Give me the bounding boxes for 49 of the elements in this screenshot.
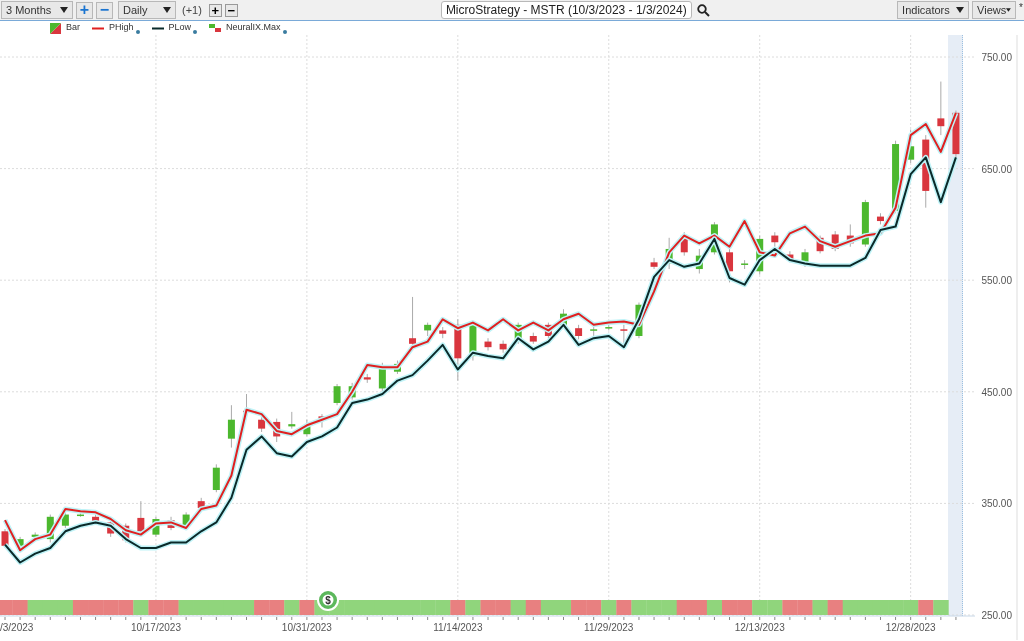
caret-icon xyxy=(60,7,68,13)
caret-icon xyxy=(163,7,171,13)
candlestick xyxy=(409,296,417,348)
date-axis-label: 10/31/2023 xyxy=(281,622,332,633)
price-axis-label: 750.00 xyxy=(981,52,1012,63)
price-axis-label: 650.00 xyxy=(981,163,1012,175)
caret-icon xyxy=(956,7,965,13)
price-axis-label: 550.00 xyxy=(981,275,1012,287)
date-axis-label: 10/17/2023 xyxy=(130,622,181,633)
candlestick xyxy=(499,339,507,354)
settings-dot-icon[interactable] xyxy=(135,29,140,34)
legend-label: NeuralIX.Max xyxy=(226,21,281,35)
price-axis-label: 350.00 xyxy=(981,498,1012,510)
line-icon xyxy=(151,26,164,30)
interval-dropdown[interactable]: Daily xyxy=(118,1,176,19)
dividend-marker[interactable]: $ xyxy=(317,589,339,611)
date-axis-label: 12/13/2023 xyxy=(734,622,785,633)
title-field[interactable]: MicroStrategy - MSTR (10/3/2023 - 1/3/2024) xyxy=(440,1,692,19)
date-axis-label: 11/29/2023 xyxy=(584,622,634,633)
date-axis-label: 12/28/2023 xyxy=(885,622,936,633)
legend-label: Bar xyxy=(66,21,80,35)
candlestick xyxy=(333,383,341,406)
zoom-in-button[interactable]: + xyxy=(76,1,93,19)
candlestick xyxy=(484,337,492,352)
step-up-button[interactable]: + xyxy=(208,3,222,17)
modified-mark: * xyxy=(1019,1,1023,15)
indicators-dropdown[interactable]: Indicators xyxy=(897,1,970,19)
period-dropdown[interactable]: 3 Months xyxy=(1,1,73,19)
candlestick xyxy=(212,463,220,493)
signal-step-icon xyxy=(209,23,222,33)
caret-icon xyxy=(1006,7,1012,13)
views-dropdown[interactable]: Views xyxy=(972,1,1017,19)
candlestick xyxy=(937,81,945,136)
candlestick xyxy=(650,257,658,270)
settings-dot-icon[interactable] xyxy=(193,29,198,34)
legend-label: PHigh xyxy=(109,21,134,35)
legend-label: PLow xyxy=(168,21,192,35)
price-axis-label: 250.00 xyxy=(981,610,1012,621)
step-down-button[interactable]: − xyxy=(224,3,238,17)
settings-dot-icon[interactable] xyxy=(282,29,287,34)
offset-label: (+1) xyxy=(182,2,202,18)
line-icon xyxy=(92,26,104,30)
candle-bar-icon xyxy=(50,22,61,34)
candlestick xyxy=(227,404,235,449)
date-axis-label: 11/14/2023 xyxy=(433,622,483,633)
date-axis-label: /3/2023 xyxy=(0,622,34,633)
price-axis-label: 450.00 xyxy=(981,386,1012,398)
search-icon[interactable] xyxy=(696,3,710,17)
zoom-out-button[interactable]: − xyxy=(96,1,113,19)
